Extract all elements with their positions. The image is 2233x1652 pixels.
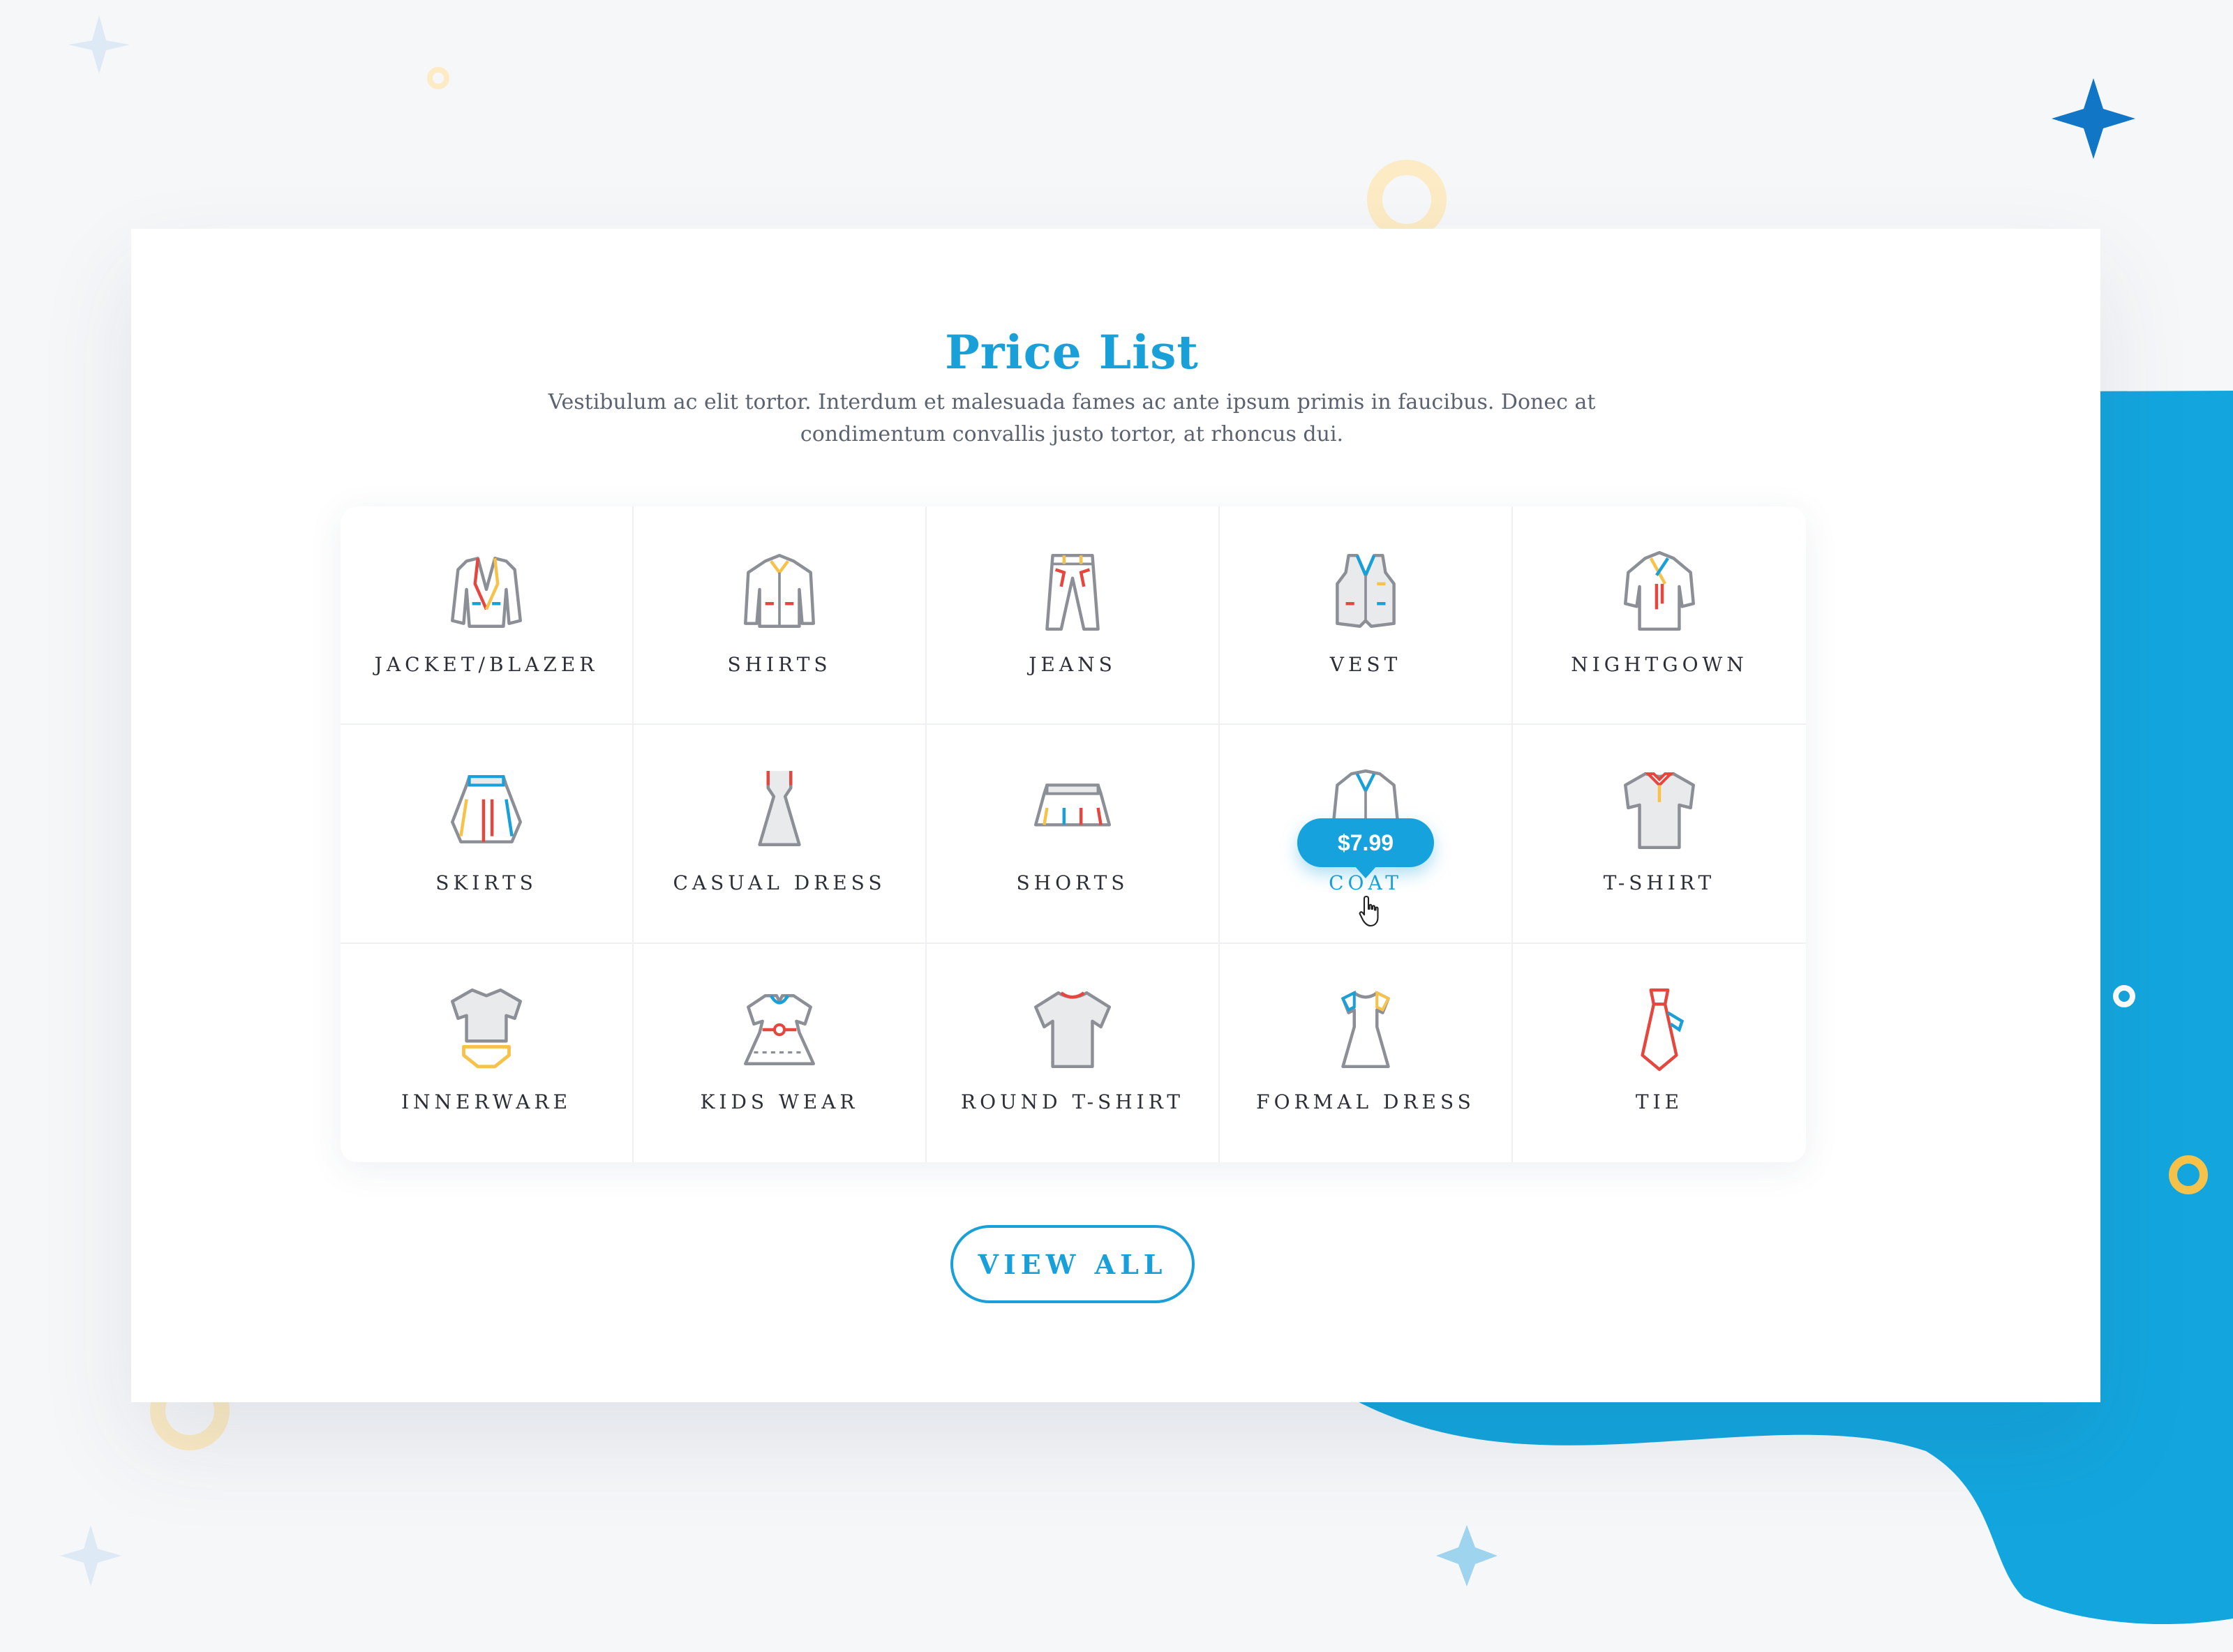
item-label: VEST [1329, 653, 1402, 676]
item-label: SKIRTS [435, 871, 537, 895]
tie-icon [1614, 984, 1705, 1075]
grid-item-kids-wear[interactable]: KIDS WEAR [634, 943, 927, 1162]
grid-item-casual-dress[interactable]: CASUAL DRESS [634, 725, 927, 944]
grid-item-skirts[interactable]: SKIRTS [341, 725, 634, 944]
item-label: T-SHIRT [1603, 871, 1716, 895]
grid-item-shorts[interactable]: SHORTS [927, 725, 1220, 944]
grid-item-formal-dress[interactable]: FORMAL DRESS [1220, 943, 1513, 1162]
vest-icon [1320, 547, 1411, 638]
item-label: JACKET/BLAZER [374, 653, 599, 676]
shirt-icon [734, 547, 825, 638]
item-label: INNERWARE [401, 1090, 572, 1113]
item-label: SHORTS [1016, 871, 1129, 895]
jacket-icon [441, 547, 532, 638]
price-list-grid: JACKET/BLAZER SHIRTS JEANS VEST NIGHTGOW… [341, 506, 1806, 1162]
item-label: TIE [1635, 1090, 1684, 1113]
skirt-icon [441, 765, 532, 856]
shorts-icon [1027, 765, 1118, 856]
jeans-icon [1027, 547, 1118, 638]
grid-item-shirts[interactable]: SHIRTS [634, 506, 927, 726]
grid-item-t-shirt[interactable]: T-SHIRT [1513, 725, 1806, 944]
grid-item-vest[interactable]: VEST [1220, 506, 1513, 726]
hand-cursor-icon [1359, 895, 1379, 927]
price-tooltip: $7.99 [1297, 818, 1434, 879]
formal-dress-icon [1320, 984, 1411, 1075]
item-label: NIGHTGOWN [1571, 653, 1748, 676]
item-label: FORMAL DRESS [1256, 1090, 1475, 1113]
page-title: Price List [945, 325, 1199, 380]
innerwear-icon [441, 984, 532, 1075]
grid-item-nightgown[interactable]: NIGHTGOWN [1513, 506, 1806, 726]
grid-item-tie[interactable]: TIE [1513, 944, 1806, 1162]
view-all-button[interactable]: VIEW ALL [950, 1225, 1195, 1303]
item-label: CASUAL DRESS [673, 871, 886, 895]
item-label: ROUND T-SHIRT [961, 1090, 1184, 1113]
item-label: SHIRTS [727, 653, 832, 676]
grid-item-jeans[interactable]: JEANS [927, 506, 1220, 726]
grid-item-innerware[interactable]: INNERWARE [341, 943, 634, 1162]
round-tshirt-icon [1027, 984, 1118, 1075]
polo-shirt-icon [1614, 765, 1705, 856]
dress-icon [734, 765, 825, 856]
item-label: KIDS WEAR [700, 1090, 859, 1113]
grid-item-round-t-shirt[interactable]: ROUND T-SHIRT [927, 943, 1220, 1162]
page-description: Vestibulum ac elit tortor. Interdum et m… [548, 390, 1596, 446]
item-label: JEANS [1029, 653, 1116, 676]
kids-dress-icon [734, 984, 825, 1075]
nightgown-icon [1614, 547, 1705, 638]
grid-item-jacket-blazer[interactable]: JACKET/BLAZER [341, 506, 634, 726]
